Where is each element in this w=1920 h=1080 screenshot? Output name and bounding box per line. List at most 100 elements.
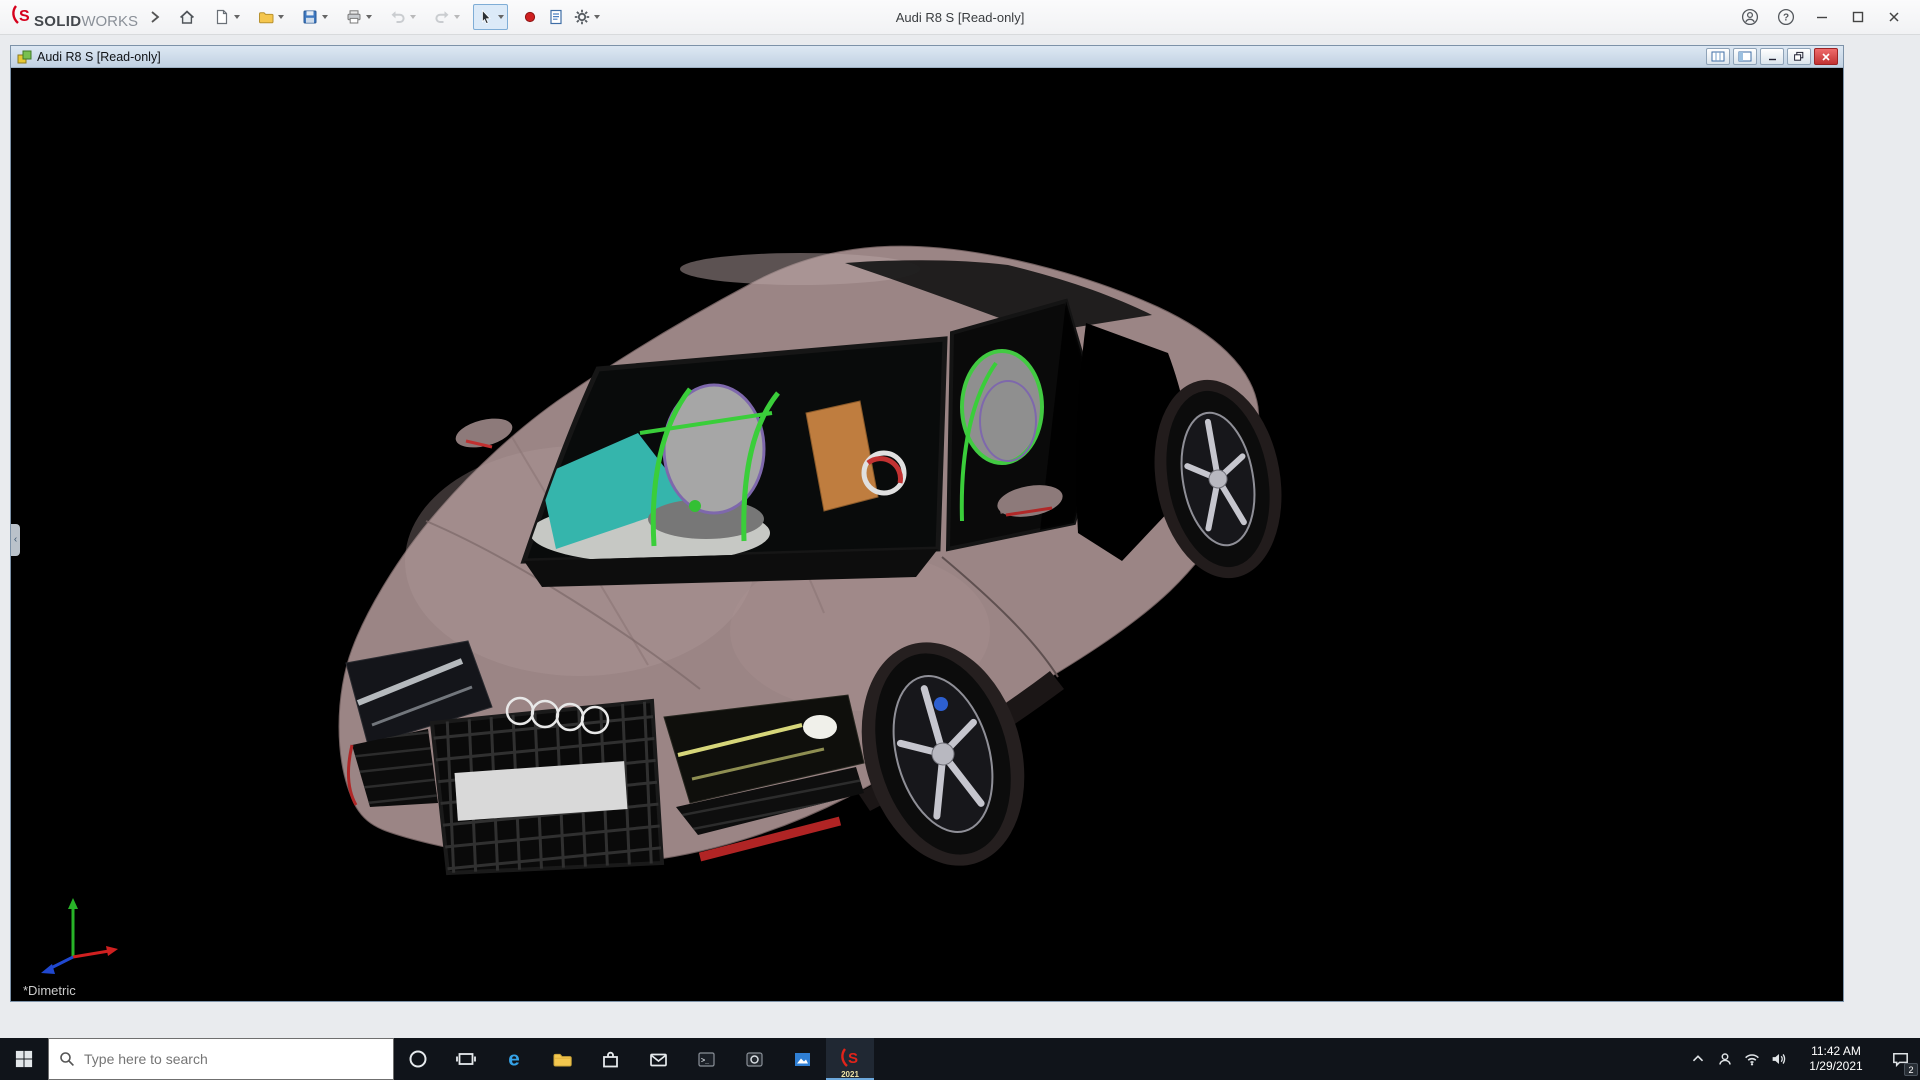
select-cursor-icon xyxy=(477,8,495,26)
svg-text:S: S xyxy=(848,1050,858,1067)
macro-record-button[interactable] xyxy=(517,4,543,30)
split-pane-icon xyxy=(1711,51,1725,62)
taskbar-icon-store[interactable] xyxy=(586,1038,634,1080)
tray-people[interactable] xyxy=(1711,1038,1738,1080)
file-properties-button[interactable] xyxy=(543,4,569,30)
home-button[interactable] xyxy=(174,4,200,30)
file-explorer-icon xyxy=(551,1048,574,1071)
help-icon: ? xyxy=(1777,8,1795,26)
tray-action-center[interactable]: 2 xyxy=(1880,1038,1920,1080)
svg-text:>_: >_ xyxy=(701,1057,709,1064)
undo-button[interactable] xyxy=(385,4,420,30)
solidworks-taskbar-icon: S xyxy=(838,1047,862,1071)
car-3d-model xyxy=(11,68,1843,1001)
doc-minimize-icon xyxy=(1767,52,1778,62)
new-document-caret-icon[interactable] xyxy=(234,15,240,19)
collapse-chevron-icon: ‹ xyxy=(14,535,17,545)
tray-show-hidden-icons[interactable] xyxy=(1684,1038,1711,1080)
close-button[interactable] xyxy=(1876,0,1912,34)
svg-text:e: e xyxy=(508,1048,520,1071)
doc-pane-toggle-2-button[interactable] xyxy=(1733,48,1757,65)
account-button[interactable] xyxy=(1732,0,1768,34)
doc-restore-button[interactable] xyxy=(1787,48,1811,65)
taskbar-icon-solidworks[interactable]: S 2021 xyxy=(826,1038,874,1080)
viewport-3d[interactable]: *Dimetric ‹ xyxy=(11,68,1843,1001)
select-caret-icon[interactable] xyxy=(498,15,504,19)
notification-badge: 2 xyxy=(1904,1063,1918,1076)
tray-network[interactable] xyxy=(1738,1038,1765,1080)
save-button[interactable] xyxy=(297,4,332,30)
panel-collapse-tab[interactable]: ‹ xyxy=(11,524,20,556)
taskbar-icon-terminal[interactable]: >_ xyxy=(682,1038,730,1080)
print-button[interactable] xyxy=(341,4,376,30)
doc-minimize-button[interactable] xyxy=(1760,48,1784,65)
taskbar-icon-edge[interactable]: e xyxy=(490,1038,538,1080)
chevron-right-icon xyxy=(148,9,162,25)
taskbar-icon-file-explorer[interactable] xyxy=(538,1038,586,1080)
taskbar-icon-mail[interactable] xyxy=(634,1038,682,1080)
new-document-icon xyxy=(213,8,231,26)
taskbar-icon-media-player[interactable] xyxy=(730,1038,778,1080)
search-icon xyxy=(59,1051,75,1067)
panel-pane-icon xyxy=(1738,51,1752,62)
svg-text:S: S xyxy=(19,8,30,25)
select-tool-button[interactable] xyxy=(473,4,508,30)
start-button[interactable] xyxy=(0,1038,48,1080)
document-titlebar[interactable]: Audi R8 S [Read-only] xyxy=(11,46,1843,68)
toolbar-expand-button[interactable] xyxy=(148,9,162,25)
gear-icon xyxy=(573,8,591,26)
file-properties-icon xyxy=(547,8,565,26)
taskbar-icon-task-view[interactable] xyxy=(442,1038,490,1080)
save-icon xyxy=(301,8,319,26)
open-caret-icon[interactable] xyxy=(278,15,284,19)
document-window-controls xyxy=(1703,48,1838,65)
options-caret-icon[interactable] xyxy=(594,15,600,19)
terminal-icon: >_ xyxy=(695,1048,718,1071)
brand-text-works: WORKS xyxy=(81,13,138,30)
open-button[interactable] xyxy=(253,4,288,30)
print-caret-icon[interactable] xyxy=(366,15,372,19)
solidworks-logo-mark-icon: S xyxy=(10,4,34,26)
quick-access-toolbar xyxy=(174,4,613,30)
task-view-icon xyxy=(455,1048,477,1070)
maximize-button[interactable] xyxy=(1840,0,1876,34)
doc-restore-icon xyxy=(1793,51,1805,62)
orientation-triad xyxy=(33,891,125,977)
minimize-button[interactable] xyxy=(1804,0,1840,34)
record-icon xyxy=(521,8,539,26)
user-icon xyxy=(1741,8,1759,26)
save-caret-icon[interactable] xyxy=(322,15,328,19)
redo-button[interactable] xyxy=(429,4,464,30)
photos-icon xyxy=(791,1048,814,1071)
taskbar-icon-photos[interactable] xyxy=(778,1038,826,1080)
clock-date: 1/29/2021 xyxy=(1792,1059,1880,1074)
mail-icon xyxy=(647,1048,670,1071)
doc-pane-toggle-1-button[interactable] xyxy=(1706,48,1730,65)
redo-caret-icon[interactable] xyxy=(454,15,460,19)
cortana-icon xyxy=(407,1048,429,1070)
solidworks-year-label: 2021 xyxy=(826,1070,874,1079)
solidworks-logo: S SOLIDWORKS xyxy=(10,4,138,30)
volume-icon xyxy=(1769,1049,1789,1069)
document-window: Audi R8 S [Read-only] xyxy=(10,45,1844,1002)
doc-close-button[interactable] xyxy=(1814,48,1838,65)
minimize-icon xyxy=(1815,10,1829,24)
search-input[interactable] xyxy=(84,1051,383,1067)
undo-icon xyxy=(389,8,407,26)
tray-volume[interactable] xyxy=(1765,1038,1792,1080)
assembly-document-icon xyxy=(16,49,32,65)
taskbar-spacer xyxy=(874,1038,1684,1080)
open-folder-icon xyxy=(257,8,275,26)
taskbar-icon-cortana[interactable] xyxy=(394,1038,442,1080)
print-icon xyxy=(345,8,363,26)
undo-caret-icon[interactable] xyxy=(410,15,416,19)
options-button[interactable] xyxy=(569,4,604,30)
taskbar-search[interactable] xyxy=(48,1038,394,1080)
help-button[interactable]: ? xyxy=(1768,0,1804,34)
media-player-icon xyxy=(743,1048,766,1071)
new-document-button[interactable] xyxy=(209,4,244,30)
tray-clock[interactable]: 11:42 AM 1/29/2021 xyxy=(1792,1044,1880,1074)
store-icon xyxy=(599,1048,622,1071)
edge-icon: e xyxy=(502,1047,526,1071)
document-title: Audi R8 S [Read-only] xyxy=(37,50,161,64)
